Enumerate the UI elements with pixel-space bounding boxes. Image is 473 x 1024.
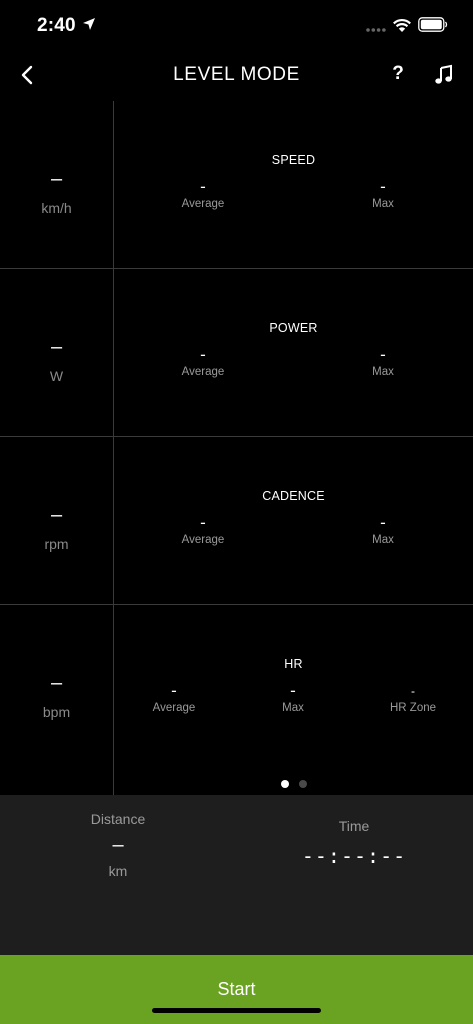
speed-average-value: - [200, 177, 206, 196]
speed-title: SPEED [271, 153, 316, 167]
metric-row-hr: – bpm HR - Average - Max - HR Zone [0, 605, 473, 795]
metric-row-speed: – km/h SPEED - Average - Max [0, 101, 473, 269]
speed-max-label: Max [372, 198, 394, 210]
cadence-max-value: - [380, 513, 386, 532]
current-speed-unit: km/h [41, 200, 72, 216]
location-arrow-icon [83, 18, 95, 30]
hr-max-value: - [290, 681, 296, 700]
nav-bar: LEVEL MODE ? [0, 52, 473, 100]
power-max: - Max [323, 345, 443, 378]
distance-unit: km [108, 863, 128, 879]
speed-max-value: - [380, 177, 386, 196]
page-indicator[interactable] [0, 780, 473, 790]
speed-average-label: Average [181, 198, 225, 210]
time-summary: Time --:--:-- [254, 818, 454, 868]
page-dot-2[interactable] [299, 780, 307, 788]
home-indicator[interactable] [152, 1008, 321, 1013]
cadence-stats: CADENCE - Average - Max [114, 437, 473, 604]
hr-zone-label: HR Zone [389, 702, 437, 714]
start-button[interactable]: Start [0, 955, 473, 1024]
help-icon[interactable]: ? [388, 62, 408, 86]
power-stats: POWER - Average - Max [114, 269, 473, 436]
power-average-value: - [200, 345, 206, 364]
hr-max-label: Max [282, 702, 304, 714]
distance-summary: Distance – km [18, 811, 218, 879]
hr-zone-value: - [411, 684, 415, 698]
current-speed-value: – [50, 168, 63, 190]
hr-title: HR [284, 657, 303, 671]
summary-panel: Distance – km Time --:--:-- [0, 795, 473, 955]
cellular-signal-icon [366, 28, 386, 32]
cadence-average-label: Average [181, 534, 225, 546]
speed-stats: SPEED - Average - Max [114, 101, 473, 268]
time-value: --:--:-- [301, 844, 407, 868]
music-note-icon[interactable] [434, 64, 454, 86]
hr-average: - Average [114, 681, 234, 714]
hr-average-label: Average [152, 702, 196, 714]
current-hr-value: – [50, 672, 63, 694]
speed-average: - Average [143, 177, 263, 210]
power-average: - Average [143, 345, 263, 378]
power-max-label: Max [372, 366, 394, 378]
cadence-average: - Average [143, 513, 263, 546]
distance-label: Distance [90, 811, 146, 827]
current-cadence: – rpm [0, 437, 114, 604]
current-speed: – km/h [0, 101, 114, 268]
current-hr: – bpm [0, 605, 114, 795]
hr-average-value: - [171, 681, 177, 700]
power-title: POWER [269, 321, 318, 335]
hr-stats: HR - Average - Max - HR Zone [114, 605, 473, 795]
current-hr-unit: bpm [42, 704, 71, 720]
current-power: – W [0, 269, 114, 436]
metric-row-cadence: – rpm CADENCE - Average - Max [0, 437, 473, 605]
hr-zone: - HR Zone [353, 681, 473, 714]
start-button-label: Start [217, 979, 256, 999]
page-dot-1[interactable] [281, 780, 289, 788]
hr-max: - Max [233, 681, 353, 714]
current-power-unit: W [49, 368, 64, 384]
metric-row-power: – W POWER - Average - Max [0, 269, 473, 437]
status-time: 2:40 [37, 15, 76, 36]
power-max-value: - [380, 345, 386, 364]
distance-value: – [112, 834, 124, 856]
cadence-max: - Max [323, 513, 443, 546]
metrics-panel: – km/h SPEED - Average - Max – W POWER -… [0, 101, 473, 795]
current-cadence-unit: rpm [44, 536, 69, 552]
wifi-icon [393, 19, 411, 32]
current-cadence-value: – [50, 504, 63, 526]
current-power-value: – [50, 336, 63, 358]
battery-icon [418, 17, 448, 32]
power-average-label: Average [181, 366, 225, 378]
status-bar: 2:40 [0, 0, 473, 52]
cadence-max-label: Max [372, 534, 394, 546]
cadence-title: CADENCE [262, 489, 325, 503]
cadence-average-value: - [200, 513, 206, 532]
speed-max: - Max [323, 177, 443, 210]
time-label: Time [338, 818, 370, 834]
